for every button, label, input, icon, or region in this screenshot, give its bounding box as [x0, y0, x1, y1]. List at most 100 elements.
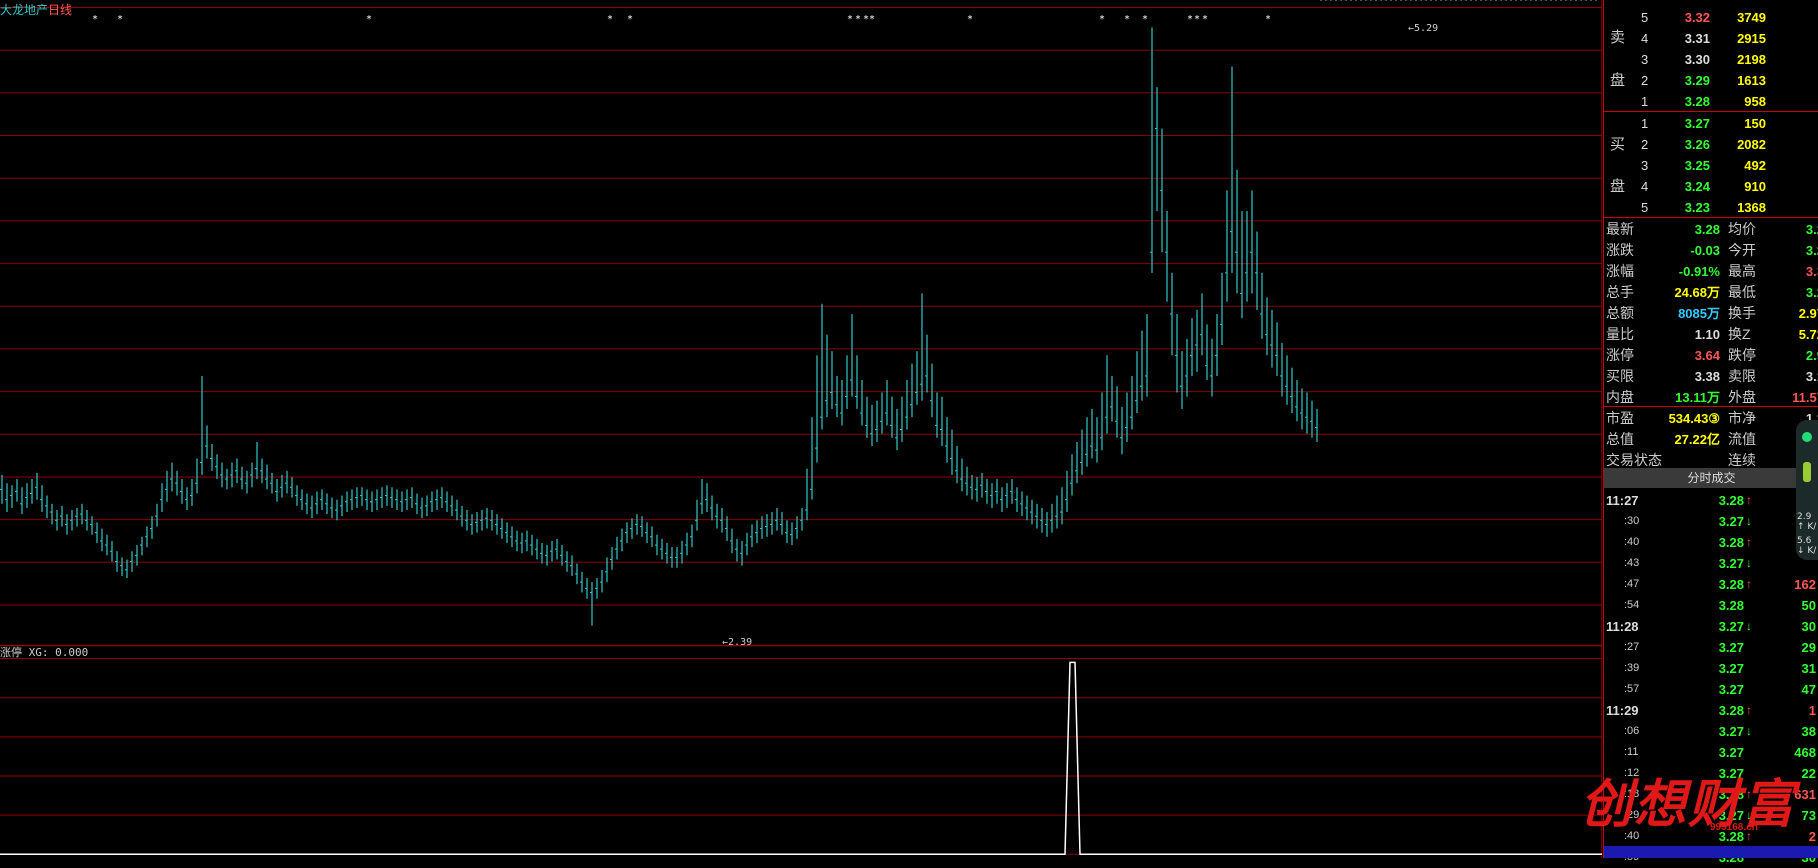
tick-row[interactable]: :47 3.28 ↑ 162	[1604, 574, 1818, 595]
quote-value: 534.43③	[1668, 411, 1720, 426]
tick-time: 11:29	[1606, 703, 1639, 718]
quote-row: 总手 24.68万最低 3.2	[1604, 282, 1818, 303]
tick-volume: 30	[1801, 619, 1816, 634]
battery-icon	[1803, 462, 1811, 482]
buy-row[interactable]: 3 3.25 492	[1604, 155, 1818, 176]
tick-row[interactable]: :39 3.27 31	[1604, 658, 1818, 679]
quote-row: 市盈534.43③市净1.2	[1604, 408, 1818, 429]
signal-marker: *	[1187, 14, 1193, 25]
quote-label: 换手	[1728, 305, 1756, 321]
signal-marker: *	[1194, 14, 1200, 25]
buy-level: 3	[1641, 158, 1649, 173]
buy-level: 1	[1641, 116, 1649, 131]
sell-level: 1	[1641, 94, 1649, 109]
tick-time: 11:28	[1606, 619, 1639, 634]
watermark-text: 创想财富	[1580, 774, 1797, 835]
quote-value: 3.3	[1805, 264, 1818, 279]
tick-price: 3.28	[1718, 535, 1744, 550]
widget-text-4: ↓ K/	[1797, 546, 1817, 556]
tick-row[interactable]: :30 3.27 ↓	[1604, 511, 1818, 532]
period-label[interactable]: 日线	[48, 3, 72, 17]
buy-level: 2	[1641, 137, 1649, 152]
high-price-callout: ←5.29	[1408, 23, 1439, 34]
signal-marker: *	[855, 14, 861, 25]
tick-row[interactable]: :54 3.28 50	[1604, 595, 1818, 616]
quote-value: -0.91%	[1678, 264, 1720, 279]
quote-value: 3.2	[1805, 285, 1818, 300]
quote-label: 最低	[1728, 284, 1756, 300]
tick-price: 3.28	[1718, 598, 1744, 613]
tick-row[interactable]: :06 3.27 ↓ 38	[1604, 721, 1818, 742]
tick-time: :27	[1624, 641, 1640, 653]
sell-row[interactable]: 1 3.28 958	[1604, 91, 1818, 112]
sell-price: 3.32	[1684, 10, 1710, 25]
sell-price: 3.29	[1684, 73, 1710, 88]
tick-row[interactable]: 11:28 3.27 ↓ 30	[1604, 616, 1818, 637]
quote-label: 换Z	[1728, 326, 1751, 342]
tick-price: 3.27	[1718, 682, 1744, 697]
tick-time: :30	[1624, 515, 1640, 527]
tick-time: :39	[1624, 662, 1640, 674]
floating-widget[interactable]: 2.9 ↑ K/ 5.6 ↓ K/	[1796, 420, 1818, 560]
indicator-value: XG: 0.000	[28, 646, 89, 659]
tick-row[interactable]: :27 3.27 29	[1604, 637, 1818, 658]
buy-row[interactable]: 2 3.26 2082	[1604, 134, 1818, 155]
tick-list-header[interactable]: 分时成交	[1604, 468, 1818, 488]
tick-row[interactable]: :43 3.27 ↓	[1604, 553, 1818, 574]
tick-row[interactable]: 11:27 3.28 ↑	[1604, 490, 1818, 511]
quote-row: 量比 1.10 换Z 5.72	[1604, 324, 1818, 345]
tick-price: 3.27	[1718, 724, 1744, 739]
quote-row: 涨跌 -0.03 今开 3.2	[1604, 240, 1818, 261]
buy-row[interactable]: 4 3.24 910	[1604, 176, 1818, 197]
quote-row: 总额 8085万换手 2.97	[1604, 303, 1818, 324]
buy-volume: 492	[1744, 158, 1766, 173]
tick-time: :40	[1624, 536, 1640, 548]
quote-panel: 卖 盘 5 3.32 3749 4 3.31 2915 3 3.30 2198 2 3.29 1613…	[1603, 0, 1818, 865]
sell-row[interactable]: 5 3.32 3749	[1604, 7, 1818, 28]
sell-row[interactable]: 4 3.31 2915	[1604, 28, 1818, 49]
buy-row[interactable]: 5 3.23 1368	[1604, 197, 1818, 218]
indicator-name: 涨停	[0, 646, 22, 659]
kline-chart-area[interactable]: * * * * * * * * * * * * * * * * * 大龙地产日线 ←5.29 ←2.39 涨停 …	[0, 0, 1602, 858]
quote-value: 27.22亿	[1674, 432, 1720, 447]
signal-marker: *	[607, 14, 613, 25]
sell-volume: 1613	[1737, 73, 1766, 88]
quote-value: -0.03	[1690, 243, 1720, 258]
kline-chart[interactable]: * * * * * * * * * * * * * * * * *	[0, 0, 1602, 858]
sell-price: 3.30	[1684, 52, 1710, 67]
tick-volume: 38	[1801, 724, 1816, 739]
high-price-label: 5.29	[1414, 23, 1439, 34]
buy-row[interactable]: 1 3.27 150	[1604, 113, 1818, 134]
sell-row[interactable]: 3 3.30 2198	[1604, 49, 1818, 70]
tick-arrow-icon: ↓	[1746, 514, 1752, 528]
watermark: 创想财富 995168.cn	[1560, 760, 1818, 860]
sell-row[interactable]: 2 3.29 1613	[1604, 70, 1818, 91]
buy-price: 3.24	[1684, 179, 1710, 194]
widget-text-3: 5.6	[1797, 536, 1812, 546]
tick-row[interactable]: :57 3.27 47	[1604, 679, 1818, 700]
buy-level: 4	[1641, 179, 1649, 194]
tick-volume: 31	[1801, 661, 1816, 676]
tick-row[interactable]: 11:29 3.28 ↑ 1	[1604, 700, 1818, 721]
indicator-title[interactable]: 涨停 XG: 0.000	[0, 646, 88, 660]
quote-value: 13.11万	[1675, 390, 1720, 405]
stock-name[interactable]: 大龙地产	[0, 3, 48, 17]
quote-label: 最高	[1728, 263, 1756, 279]
low-price-label: 2.39	[728, 637, 753, 648]
buy-volume: 910	[1744, 179, 1766, 194]
sell-volume: 2915	[1737, 31, 1766, 46]
tick-price: 3.27	[1718, 514, 1744, 529]
tick-row[interactable]: :40 3.28 ↑	[1604, 532, 1818, 553]
tick-arrow-icon: ↑	[1746, 535, 1752, 549]
buy-price: 3.26	[1684, 137, 1710, 152]
tick-price: 3.27	[1718, 640, 1744, 655]
tick-arrow-icon: ↑	[1746, 577, 1752, 591]
quote-label: 内盘	[1606, 389, 1634, 405]
widget-text-1: 2.9	[1797, 512, 1812, 522]
signal-marker: *	[366, 14, 372, 25]
quote-value: 2.97	[1798, 306, 1818, 321]
quote-label: 总手	[1606, 284, 1634, 300]
sell-level: 3	[1641, 52, 1649, 67]
divider	[1604, 111, 1818, 112]
tick-price: 3.28	[1718, 577, 1744, 592]
